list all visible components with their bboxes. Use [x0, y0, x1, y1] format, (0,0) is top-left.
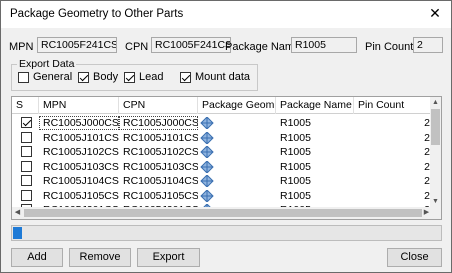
cell-cpn: RC1005J104CS/0 [123, 175, 198, 187]
cpn-field[interactable]: RC1005F241CS [151, 37, 231, 53]
cell-package-geom[interactable] [198, 174, 276, 188]
col-header-s[interactable]: S [12, 97, 39, 114]
package-geometry-icon [200, 188, 214, 203]
package-geometry-icon [200, 116, 214, 130]
cell-mpn: RC1005J102CS [43, 146, 119, 158]
row-select-checkbox[interactable] [21, 131, 32, 143]
checkbox[interactable] [180, 71, 191, 83]
cell-cpn: RC1005J102CS/0 [123, 146, 198, 158]
table-row[interactable]: RC1005J000CSRC1005J000CS/0 R1005 2 [12, 116, 432, 130]
cell-pin-count: 2 [424, 160, 430, 173]
export-option-label: Body [93, 71, 119, 83]
package-geometry-icon [200, 145, 214, 159]
cell-package-geom[interactable] [198, 188, 276, 203]
export-data-title: Export Data [17, 58, 77, 70]
table-row[interactable]: RC1005J103CS RC1005J103CS/0 R1005 2 [12, 159, 432, 174]
checkbox[interactable] [124, 71, 135, 83]
cell-pin-count: 2 [424, 189, 430, 202]
table-row[interactable]: RC1005J101CS RC1005J101CS/0 R1005 2 [12, 130, 432, 145]
package-geometry-icon [200, 130, 214, 145]
cell-package-geom[interactable] [198, 116, 276, 130]
cell-package-geom[interactable] [198, 145, 276, 159]
close-icon[interactable]: ✕ [427, 5, 443, 21]
cell-cpn: RC1005J101CS/0 [123, 131, 198, 144]
parts-table: S MPN CPN Package Geom Package Name Pin … [11, 96, 442, 220]
col-header-pin-count[interactable]: Pin Count [354, 97, 432, 114]
progress-fill [13, 227, 22, 239]
table-row[interactable]: RC1005J104CS RC1005J104CS/0 R1005 2 [12, 174, 432, 188]
vertical-scrollbar[interactable]: ▲ ▼ [430, 97, 441, 207]
cell-cpn: RC1005J000CS/0 [119, 116, 198, 130]
add-button[interactable]: Add [11, 248, 63, 267]
scroll-left-icon[interactable]: ◀ [12, 207, 23, 218]
checkbox[interactable] [78, 71, 89, 83]
cell-pin-count: 2 [424, 131, 430, 144]
pin-count-label: Pin Count [365, 41, 414, 53]
export-option-label: General [33, 71, 73, 83]
col-header-package-name[interactable]: Package Name [276, 97, 354, 114]
mpn-field[interactable]: RC1005F241CS [37, 37, 117, 53]
cell-mpn: RC1005J103CS [43, 160, 119, 173]
export-option-label: Lead [139, 71, 164, 83]
cell-package-name: R1005 [280, 131, 311, 144]
scrollbar-corner [430, 207, 441, 219]
cell-package-name: R1005 [280, 189, 311, 202]
export-data-group: Export Data General Body Lead Mount data [11, 58, 258, 91]
cell-pin-count: 2 [424, 175, 430, 187]
export-button[interactable]: Export [137, 248, 200, 267]
cell-pin-count: 2 [424, 117, 430, 129]
export-option-label: Mount data [195, 71, 251, 83]
checkbox[interactable] [18, 71, 29, 83]
export-progress-bar [11, 225, 442, 241]
package-name-field[interactable]: R1005 [291, 37, 357, 53]
export-option-general[interactable]: General [18, 71, 72, 83]
export-option-body[interactable]: Body [78, 71, 118, 83]
close-button[interactable]: Close [387, 248, 442, 267]
cell-cpn: RC1005J103CS/0 [123, 160, 198, 173]
package-name-label: Package Name [225, 41, 301, 53]
col-header-mpn[interactable]: MPN [39, 97, 119, 114]
cell-package-geom[interactable] [198, 159, 276, 174]
row-select-checkbox[interactable] [21, 175, 32, 186]
cell-package-name: R1005 [280, 160, 311, 173]
export-option-lead[interactable]: Lead [124, 71, 163, 83]
col-header-cpn[interactable]: CPN [119, 97, 198, 114]
cell-mpn: RC1005J101CS [43, 131, 119, 144]
row-select-checkbox[interactable] [21, 189, 32, 201]
vertical-scroll-thumb[interactable] [431, 109, 440, 145]
cell-mpn: RC1005J000CS [39, 116, 119, 130]
cell-mpn: RC1005J104CS [43, 175, 119, 187]
row-select-checkbox[interactable] [21, 160, 32, 172]
cell-package-name: R1005 [280, 117, 311, 129]
table-header: S MPN CPN Package Geom Package Name Pin … [12, 97, 432, 114]
scroll-up-icon[interactable]: ▲ [430, 97, 441, 108]
package-geometry-dialog: Package Geometry to Other Parts ✕ MPN RC… [0, 0, 452, 273]
row-select-checkbox[interactable] [21, 117, 32, 128]
cell-pin-count: 2 [424, 146, 430, 158]
cell-cpn: RC1005J105CS/0 [123, 189, 198, 202]
table-row[interactable]: RC1005J105CS RC1005J105CS/0 R1005 2 [12, 188, 432, 203]
horizontal-scrollbar[interactable]: ◀ ▶ [12, 207, 432, 219]
horizontal-scroll-thumb[interactable] [24, 209, 422, 217]
remove-button[interactable]: Remove [69, 248, 131, 267]
row-select-checkbox[interactable] [21, 146, 32, 157]
cell-package-name: R1005 [280, 175, 311, 187]
table-row[interactable]: RC1005J102CS RC1005J102CS/0 R1005 2 [12, 145, 432, 159]
package-geometry-icon [200, 159, 214, 174]
cpn-label: CPN [125, 41, 149, 53]
cell-package-geom[interactable] [198, 130, 276, 145]
package-geometry-icon [200, 174, 214, 188]
cell-mpn: RC1005J105CS [43, 189, 119, 202]
pin-count-field[interactable]: 2 [413, 37, 443, 53]
export-option-mount-data[interactable]: Mount data [180, 71, 250, 83]
window-title: Package Geometry to Other Parts [10, 8, 184, 20]
cell-package-name: R1005 [280, 146, 311, 158]
scroll-down-icon[interactable]: ▼ [430, 196, 441, 207]
col-header-package-geom[interactable]: Package Geom [198, 97, 276, 114]
title-bar: Package Geometry to Other Parts ✕ [1, 1, 451, 28]
mpn-label: MPN [9, 41, 34, 53]
